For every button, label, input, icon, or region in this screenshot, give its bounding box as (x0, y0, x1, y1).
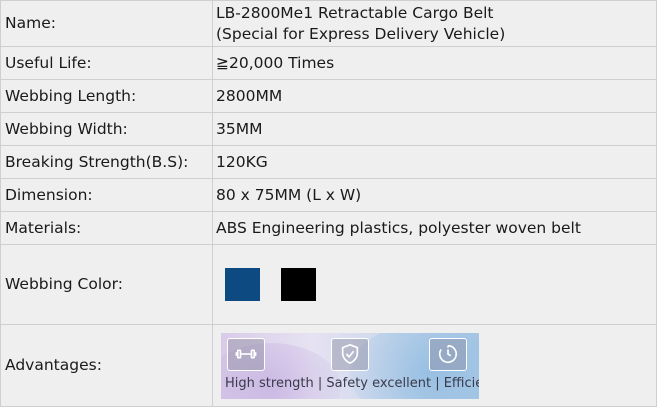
dimension-label: Dimension: (0, 178, 213, 212)
dimension-value: 80 x 75MM (L x W) (212, 178, 657, 212)
row-useful-life: Useful Life: ≧20,000 Times (0, 46, 657, 80)
webbing-width-value: 35MM (212, 112, 657, 146)
color-swatch-black (281, 268, 316, 301)
advantages-label: Advantages: (0, 324, 213, 407)
color-swatches (216, 268, 652, 301)
materials-value: ABS Engineering plastics, polyester wove… (212, 211, 657, 245)
spec-table: Name: LB-2800Me1 Retractable Cargo Belt … (0, 0, 657, 407)
row-webbing-color: Webbing Color: (0, 244, 657, 325)
row-breaking-strength: Breaking Strength(B.S): 120KG (0, 145, 657, 179)
webbing-width-label: Webbing Width: (0, 112, 213, 146)
name-value-line1: LB-2800Me1 Retractable Cargo Belt (216, 3, 494, 22)
materials-label: Materials: (0, 211, 213, 245)
row-webbing-length: Webbing Length: 2800MM (0, 79, 657, 113)
webbing-color-value (212, 244, 657, 325)
row-advantages: Advantages: High strength | Safety excel… (0, 324, 657, 407)
webbing-length-label: Webbing Length: (0, 79, 213, 113)
useful-life-value: ≧20,000 Times (212, 46, 657, 80)
breaking-strength-label: Breaking Strength(B.S): (0, 145, 213, 179)
breaking-strength-value: 120KG (212, 145, 657, 179)
dumbbell-icon (227, 337, 265, 371)
advantages-value: High strength | Safety excellent | Effic… (212, 324, 657, 407)
timer-icon (429, 337, 467, 371)
row-name: Name: LB-2800Me1 Retractable Cargo Belt … (0, 0, 657, 47)
shield-check-icon (331, 337, 369, 371)
name-value-line2: (Special for Express Delivery Vehicle) (216, 24, 506, 43)
useful-life-label: Useful Life: (0, 46, 213, 80)
color-swatch-blue (225, 268, 260, 301)
row-webbing-width: Webbing Width: 35MM (0, 112, 657, 146)
webbing-length-value: 2800MM (212, 79, 657, 113)
name-label: Name: (0, 0, 213, 47)
advantages-caption: High strength | Safety excellent | Effic… (225, 375, 479, 391)
row-dimension: Dimension: 80 x 75MM (L x W) (0, 178, 657, 212)
name-value: LB-2800Me1 Retractable Cargo Belt (Speci… (212, 0, 657, 47)
webbing-color-label: Webbing Color: (0, 244, 213, 325)
row-materials: Materials: ABS Engineering plastics, pol… (0, 211, 657, 245)
advantages-banner: High strength | Safety excellent | Effic… (221, 332, 479, 399)
